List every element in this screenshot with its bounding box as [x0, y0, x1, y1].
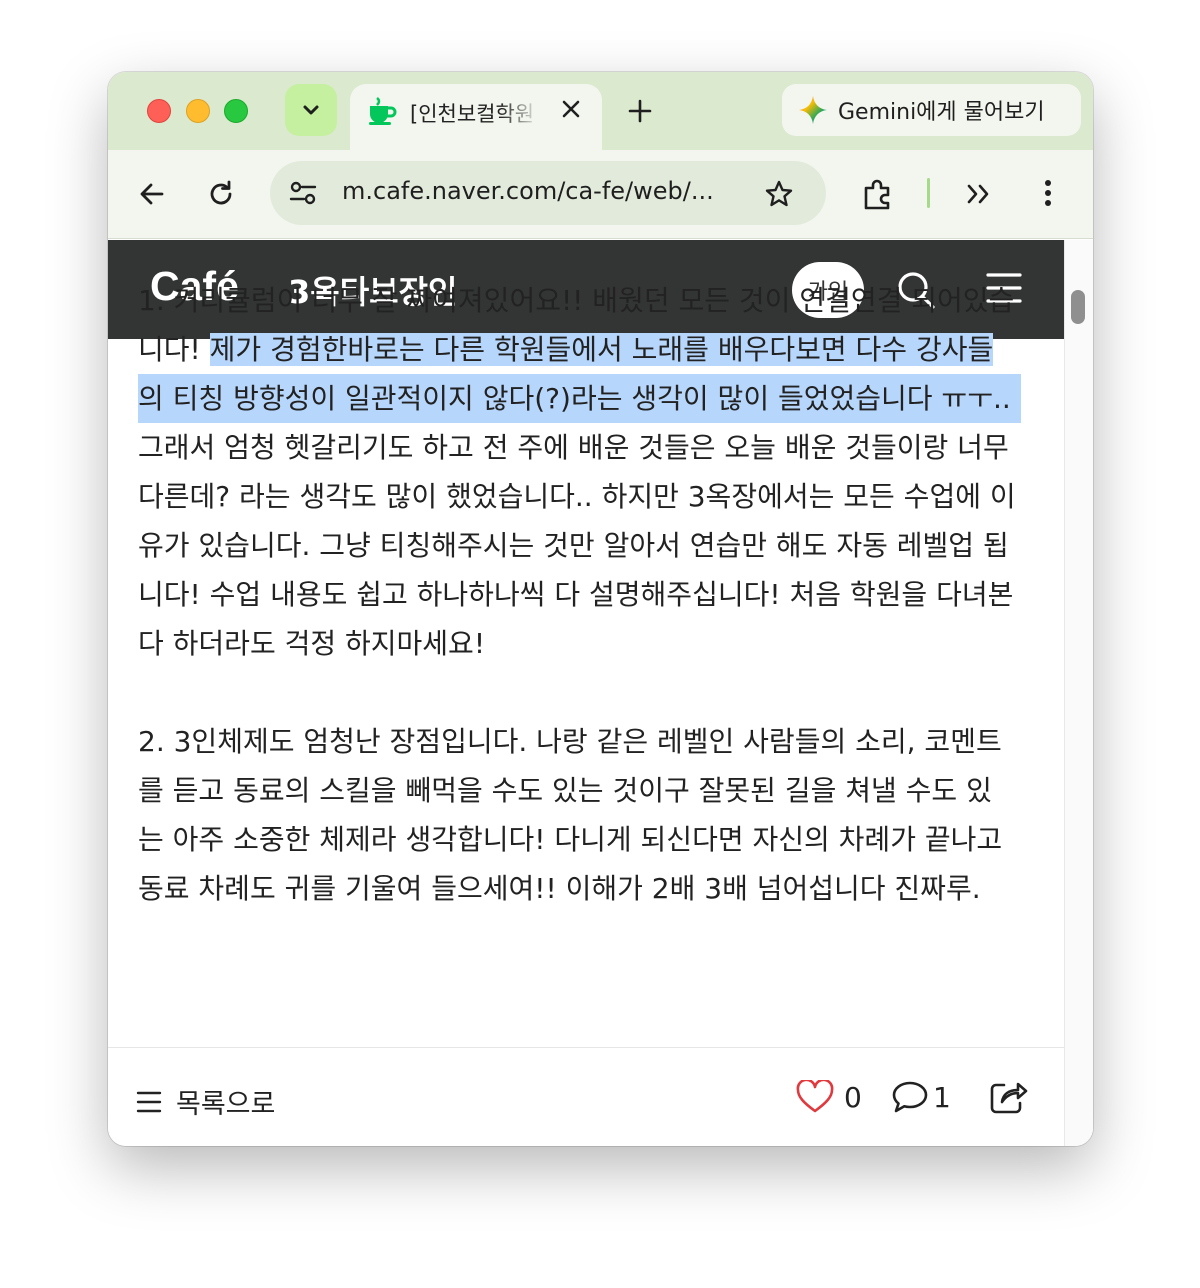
- back-to-list-button[interactable]: 목록으로: [136, 1082, 275, 1121]
- scrollbar-thumb[interactable]: [1071, 290, 1085, 324]
- gemini-sparkle-icon: [799, 96, 827, 124]
- gemini-button[interactable]: Gemini에게 물어보기: [782, 84, 1081, 136]
- chevron-double-right-icon[interactable]: [964, 180, 994, 208]
- close-window-button[interactable]: [147, 99, 171, 123]
- list-menu-icon: [136, 1091, 162, 1112]
- like-count: 0: [844, 1080, 862, 1114]
- heart-icon: [796, 1080, 834, 1113]
- tab-strip: [인천보컬학원 Gemini에게 물어보기: [108, 72, 1093, 150]
- chevron-down-icon: [303, 105, 319, 115]
- naver-cafe-cup-icon: [369, 97, 397, 125]
- article-line: 2. 3인체제도 엄청난 장점입니다. 나랑 같은 레벨인 사람들의 소리, 코…: [138, 725, 1002, 758]
- tab-title-fade: [500, 94, 540, 128]
- comment-bubble-icon: [892, 1081, 928, 1113]
- gemini-label: Gemini에게 물어보기: [838, 100, 1045, 125]
- reload-icon[interactable]: [206, 179, 236, 209]
- share-icon[interactable]: [988, 1080, 1028, 1116]
- comment-button[interactable]: 1: [891, 1080, 951, 1114]
- article-line: 동료 차례도 귀를 기울여 들으세여!! 이해가 2배 3배 넘어섭니다 진짜루…: [138, 872, 981, 905]
- browser-toolbar: m.cafe.naver.com/ca-fe/web/...: [108, 150, 1093, 239]
- comment-count: 1: [933, 1080, 951, 1114]
- close-tab-icon[interactable]: [560, 98, 582, 120]
- article-body: 1. 커리큘럼이 너무 잘 짜여져있어요!! 배웠던 모든 것이 연결연결 되어…: [138, 276, 1038, 913]
- back-to-list-label: 목록으로: [176, 1089, 276, 1120]
- toolbar-divider: [927, 178, 930, 208]
- article-line: 니다! 수업 내용도 쉽고 하나하나씩 다 설명해주십니다! 처음 학원을 다녀…: [138, 578, 1014, 611]
- more-menu-icon[interactable]: [1041, 178, 1055, 208]
- article-line: 그래서 엄청 헷갈리기도 하고 전 주에 배운 것들은 오늘 배운 것들이랑 너…: [138, 431, 1009, 464]
- article-footer: 목록으로 0 1: [108, 1048, 1064, 1146]
- minimize-window-button[interactable]: [186, 99, 210, 123]
- zoom-window-button[interactable]: [224, 99, 248, 123]
- selected-text: 제가 경험한바로는 다른 학원들에서 노래를 배우다보면 다수 강사들: [209, 333, 994, 366]
- url-text: m.cafe.naver.com/ca-fe/web/...: [342, 177, 714, 205]
- tab-active[interactable]: [인천보컬학원: [350, 84, 602, 150]
- like-button[interactable]: 0: [796, 1080, 862, 1114]
- article-line: 1. 커리큘럼이 너무 잘 짜여져있어요!! 배웠던 모든 것이 연결연결 되어…: [138, 284, 1015, 317]
- browser-window: [인천보컬학원 Gemini에게 물어보기 m.cafe.naver.com/c…: [108, 72, 1093, 1146]
- scrollbar-track[interactable]: [1064, 240, 1093, 1146]
- new-tab-plus-icon[interactable]: [627, 98, 653, 124]
- article-line: 는 아주 소중한 체제라 생각합니다! 다니게 되신다면 자신의 차례가 끝나고: [138, 823, 1003, 856]
- article-line: 니다! 제가 경험한바로는 다른 학원들에서 노래를 배우다보면 다수 강사들: [138, 325, 1038, 374]
- web-page: Café 3옥타브장인 가입 1. 커리큘럼이 너무 잘 짜여져있어요!! 배웠…: [108, 240, 1093, 1146]
- article-line: 다른데? 라는 생각도 많이 했었습니다.. 하지만 3옥장에서는 모든 수업에…: [138, 480, 1016, 513]
- back-arrow-icon[interactable]: [138, 180, 166, 208]
- address-bar[interactable]: m.cafe.naver.com/ca-fe/web/...: [270, 161, 826, 225]
- bookmark-star-icon[interactable]: [764, 179, 794, 209]
- site-settings-tune-icon[interactable]: [288, 179, 318, 207]
- article-line: 를 듣고 동료의 스킬을 빼먹을 수도 있는 것이구 잘못된 길을 쳐낼 수도 …: [138, 774, 992, 807]
- tab-search-button[interactable]: [285, 84, 337, 136]
- article-line: 의 티칭 방향성이 일관적이지 않다(?)라는 생각이 많이 들었었습니다 ㅠㅜ…: [138, 374, 1038, 423]
- extensions-puzzle-icon[interactable]: [861, 177, 895, 211]
- selected-text: 의 티칭 방향성이 일관적이지 않다(?)라는 생각이 많이 들었었습니다 ㅠㅜ…: [138, 374, 1021, 423]
- article-line-start: 니다!: [138, 333, 210, 366]
- article-line: 다 하더라도 걱정 하지마세요!: [138, 627, 486, 660]
- article-line: 유가 있습니다. 그냥 티칭해주시는 것만 알아서 연습만 해도 자동 레벨업 …: [138, 529, 1009, 562]
